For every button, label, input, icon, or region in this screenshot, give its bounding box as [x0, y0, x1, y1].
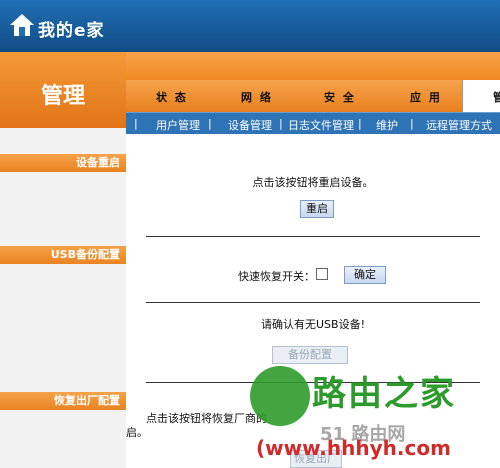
separator: |: [279, 117, 283, 130]
factory-reset-description: 点击该按钮将恢复厂商的: [146, 412, 267, 425]
subnav-maintenance[interactable]: 维护: [376, 117, 398, 133]
subnav-device-management[interactable]: 设备管理: [228, 117, 272, 133]
tab-security[interactable]: 安 全: [324, 89, 356, 105]
tab-management[interactable]: 管: [462, 80, 500, 112]
tab-status[interactable]: 状 态: [156, 89, 188, 105]
backup-config-button[interactable]: 备份配置: [272, 346, 348, 364]
reboot-description: 点击该按钮将重启设备。: [252, 176, 374, 189]
subnav-remote-management[interactable]: 远程管理方式: [426, 117, 492, 133]
content-area: 点击该按钮将重启设备。 重启 快速恢复开关： 确定 请确认有无USB设备! 备份…: [126, 134, 500, 468]
watermark-url: (www.hhhyh.com: [256, 436, 451, 460]
sidebar-label-usb-backup: USB备份配置: [0, 246, 126, 264]
quick-restore-checkbox[interactable]: [316, 268, 328, 280]
home-logo-icon: [10, 14, 34, 36]
tab-application[interactable]: 应 用: [410, 89, 442, 105]
subnav-user-management[interactable]: 用户管理: [156, 117, 200, 133]
sidebar-label-factory-reset: 恢复出厂配置: [0, 392, 126, 410]
tab-bar: 状 态 网 络 安 全 应 用: [126, 80, 500, 113]
separator: |: [208, 117, 212, 130]
usb-confirm-text: 请确认有无USB设备!: [261, 318, 365, 331]
sidebar-label-device-reboot: 设备重启: [0, 154, 126, 172]
subnav: | 用户管理 | 设备管理 | 日志文件管理 | 维护 | 远程管理方式: [126, 112, 500, 135]
watermark-logo-icon: [250, 366, 310, 426]
logo-text: 我的e家: [38, 21, 105, 41]
tab-management-label: 管: [493, 91, 500, 104]
section-banner: 管理: [0, 52, 126, 128]
top-strip: [126, 52, 500, 80]
separator: |: [410, 117, 414, 130]
divider: [146, 236, 480, 237]
quick-restore-label: 快速恢复开关：: [238, 270, 315, 283]
separator: |: [358, 117, 362, 130]
reboot-button[interactable]: 重启: [300, 200, 334, 218]
sidebar: 设备重启 USB备份配置 恢复出厂配置: [0, 128, 126, 468]
separator: |: [134, 117, 138, 130]
subnav-log-management[interactable]: 日志文件管理: [288, 117, 354, 133]
watermark-brand: 路由之家: [312, 374, 456, 414]
factory-reset-description-cont: 启。: [126, 426, 148, 439]
confirm-button[interactable]: 确定: [344, 266, 386, 284]
tab-network[interactable]: 网 络: [241, 89, 273, 105]
section-title: 管理: [40, 84, 85, 109]
divider: [146, 302, 480, 303]
